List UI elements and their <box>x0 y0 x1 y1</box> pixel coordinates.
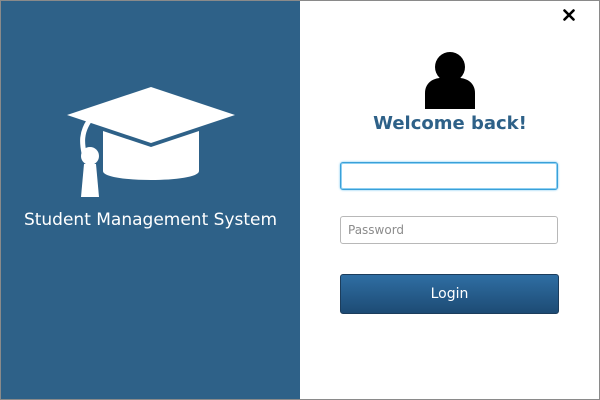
graduation-cap-icon <box>67 87 235 197</box>
close-icon <box>563 9 575 21</box>
login-window: Student Management System Welcome back! … <box>0 0 600 400</box>
app-title: Student Management System <box>23 210 278 230</box>
login-panel: Welcome back! Login <box>300 1 599 399</box>
login-button[interactable]: Login <box>340 274 559 314</box>
close-button[interactable] <box>561 7 577 23</box>
branding-panel: Student Management System <box>1 1 300 399</box>
welcome-heading: Welcome back! <box>373 113 527 134</box>
username-input[interactable] <box>340 162 558 190</box>
user-silhouette-icon <box>425 52 475 109</box>
login-button-label: Login <box>430 286 469 302</box>
password-input[interactable] <box>340 216 558 244</box>
